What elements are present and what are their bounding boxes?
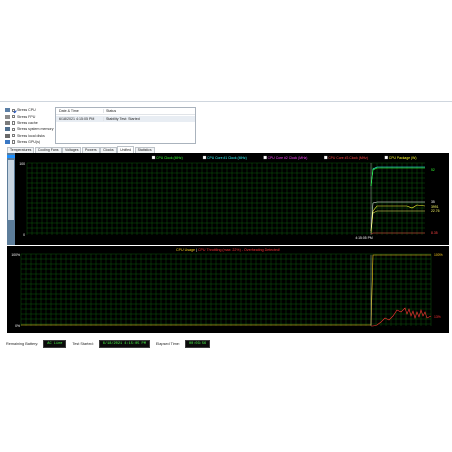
right-bottom-value: 13%: [434, 315, 441, 319]
right-value: 8.35: [431, 231, 438, 235]
elapsed-time-value: 00:03:56: [184, 340, 211, 348]
log-header: Date & Time Status: [56, 108, 195, 115]
log-table: Date & Time Status 6/18/2021 4:15:05 PM …: [55, 107, 196, 144]
right-value: 52: [431, 168, 435, 172]
option-label: Stress GPU(s): [16, 140, 41, 145]
battery-label: Remaining Battery:: [6, 342, 39, 346]
option-label: Stress CPU: [16, 108, 36, 113]
option-checkbox[interactable]: [12, 140, 16, 144]
legend-checkbox[interactable]: [384, 155, 388, 160]
lower-graph-panel: CPU Usage | CPU Throttling (max: 22%) - …: [7, 246, 449, 333]
title-cpu-usage: CPU Usage: [176, 248, 195, 252]
disk-icon: [5, 133, 10, 138]
legend-checkbox[interactable]: [263, 155, 267, 160]
upper-graph-panel: CPU Clock (MHz) CPU Core #1 Clock (MHz) CP…: [7, 153, 449, 245]
option-label: Stress cache: [16, 120, 38, 125]
memory-icon: [5, 127, 10, 132]
lower-graph: CPU Usage | CPU Throttling (max: 22%) - …: [11, 248, 443, 328]
option-label: Stress system memory: [16, 127, 54, 132]
y-top-label: 100: [19, 162, 25, 166]
fpu-icon: [5, 114, 10, 119]
option-checkbox[interactable]: [12, 114, 16, 119]
option-checkbox[interactable]: [12, 121, 16, 125]
column-datetime[interactable]: Date & Time: [56, 109, 103, 113]
legend-item[interactable]: CPU Package (W): [384, 155, 417, 160]
test-started-value: 6/18/2021 4:15:05 PM: [98, 340, 150, 348]
tab-unified[interactable]: Unified: [117, 146, 135, 153]
right-top-value: 100%: [434, 253, 443, 257]
legend-item[interactable]: CPU Core #2 Clock (MHz): [263, 155, 308, 160]
battery-value: AC Line: [43, 340, 67, 348]
upper-graph: CPU Clock (MHz) CPU Core #1 Clock (MHz) CP…: [19, 155, 440, 240]
scroll-thumb[interactable]: [7, 155, 15, 158]
scroll-track: [8, 160, 14, 220]
time-label: 4:15:05 PM: [355, 236, 373, 240]
legend-label: CPU Package (W): [389, 156, 417, 160]
y-top-label: 100%: [11, 253, 20, 257]
title-throttling: CPU Throttling (max: 22%) - Overheating …: [198, 248, 280, 252]
option-label: Stress FPU: [16, 114, 36, 119]
elapsed-time-label: Elapsed Time:: [155, 342, 180, 346]
right-value: 22.76: [431, 209, 440, 213]
y-bottom-label: 0: [23, 233, 25, 237]
stress-option[interactable]: Stress GPU(s): [5, 139, 55, 145]
option-label: Stress local disks: [16, 133, 45, 138]
stress-options: Stress CPU Stress FPU Stress cache Stress s…: [5, 107, 55, 145]
legend-label: CPU Core #3 Clock (MHz): [328, 156, 368, 160]
status-bar: Remaining Battery: AC Line Test Started:…: [6, 339, 216, 349]
lower-graph-title: CPU Usage | CPU Throttling (max: 22%) - …: [176, 248, 280, 252]
column-status[interactable]: Status: [103, 109, 195, 113]
legend-checkbox[interactable]: [324, 155, 328, 160]
right-value: 35: [431, 200, 435, 204]
legend-item[interactable]: CPU Core #1 Clock (MHz): [202, 155, 247, 160]
legend-checkbox[interactable]: [202, 155, 207, 160]
log-status: Stability Test: Started: [103, 117, 195, 121]
option-checkbox[interactable]: [12, 134, 16, 138]
legend-label: CPU Core #2 Clock (MHz): [268, 156, 308, 160]
legend-checkbox[interactable]: [151, 155, 156, 160]
cpu-icon: [5, 108, 10, 113]
top-divider: [0, 101, 452, 102]
legend-item[interactable]: CPU Clock (MHz): [151, 155, 183, 160]
gpu-icon: [5, 140, 10, 145]
legend-label: CPU Clock (MHz): [156, 156, 183, 160]
log-row[interactable]: 6/18/2021 4:15:05 PM Stability Test: Sta…: [56, 116, 195, 122]
legend-label: CPU Core #1 Clock (MHz): [207, 156, 247, 160]
legend-item[interactable]: CPU Core #3 Clock (MHz): [324, 155, 368, 160]
y-bottom-label: 0%: [15, 324, 20, 328]
option-checkbox[interactable]: [12, 127, 16, 132]
log-datetime: 6/18/2021 4:15:05 PM: [59, 117, 95, 121]
test-started-label: Test Started:: [72, 342, 94, 346]
option-checkbox[interactable]: [12, 108, 16, 112]
cache-icon: [5, 120, 10, 125]
